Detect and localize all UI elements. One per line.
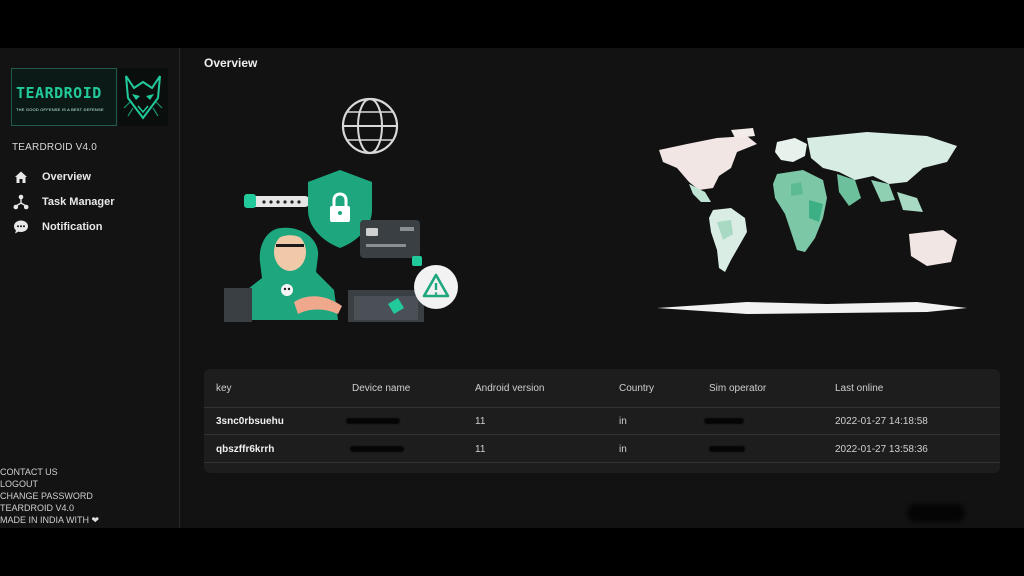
page-title: Overview: [204, 56, 258, 70]
table-header: key Device name Android version Country …: [204, 369, 1000, 408]
network-icon: [12, 193, 30, 211]
redacted-sim-operator: [704, 418, 744, 424]
logout-link[interactable]: LOGOUT: [0, 478, 99, 490]
wolf-logo-icon: [118, 68, 168, 126]
made-in-india: MADE IN INDIA WITH ❤: [0, 514, 99, 526]
redacted-area: [907, 504, 965, 522]
last-online: 2022-01-27 14:18:58: [835, 416, 928, 427]
change-password-link[interactable]: CHANGE PASSWORD: [0, 490, 99, 502]
password-field-graphic: [244, 194, 310, 208]
home-icon: [12, 168, 30, 186]
redacted-device-name: [350, 446, 404, 452]
chat-bubble-icon: [12, 218, 30, 236]
sidebar-item-label: Notification: [42, 220, 103, 233]
header-country[interactable]: Country: [619, 383, 654, 394]
header-sim-operator[interactable]: Sim operator: [709, 383, 766, 394]
hacker-figure: [238, 227, 342, 320]
device-key[interactable]: qbszffr6krrh: [216, 444, 274, 455]
app-window: TEARDROID THE GOOD OFFENSE IS A BEST DEF…: [0, 48, 1024, 528]
credit-card-icon: [360, 220, 422, 266]
warning-icon: [414, 265, 458, 309]
sidebar-item-notification[interactable]: Notification: [12, 214, 115, 239]
header-android-version[interactable]: Android version: [475, 383, 544, 394]
android-version: 11: [475, 444, 486, 455]
logo-title: TEARDROID: [16, 84, 102, 102]
contact-us-link[interactable]: CONTACT US: [0, 466, 99, 478]
world-map[interactable]: [627, 122, 989, 318]
sidebar-item-overview[interactable]: Overview: [12, 164, 115, 189]
country: in: [619, 416, 627, 427]
redacted-sim-operator: [709, 446, 745, 452]
country: in: [619, 444, 627, 455]
app-logo[interactable]: TEARDROID THE GOOD OFFENSE IS A BEST DEF…: [11, 68, 168, 126]
table-row[interactable]: qbszffr6krrh 11 in 2022-01-27 13:58:36: [204, 435, 1000, 463]
hacker-illustration: [224, 97, 458, 322]
redacted-device-name: [346, 418, 400, 424]
made-in-india-text: MADE IN INDIA WITH: [0, 515, 90, 525]
table-row[interactable]: 3snc0rbsuehu 11 in 2022-01-27 14:18:58: [204, 407, 1000, 435]
main-content: Overview key Device name Android version…: [180, 48, 1024, 528]
sidebar: TEARDROID THE GOOD OFFENSE IS A BEST DEF…: [0, 48, 180, 528]
header-last-online[interactable]: Last online: [835, 383, 883, 394]
sidebar-item-task-manager[interactable]: Task Manager: [12, 189, 115, 214]
last-online: 2022-01-27 13:58:36: [835, 444, 928, 455]
header-device-name[interactable]: Device name: [352, 383, 410, 394]
sidebar-item-label: Overview: [42, 170, 91, 183]
heart-icon: ❤: [91, 515, 100, 525]
logo-banner: TEARDROID THE GOOD OFFENSE IS A BEST DEF…: [11, 68, 117, 126]
devices-table: key Device name Android version Country …: [204, 369, 1000, 473]
sidebar-nav: Overview Task Manager Notification: [12, 164, 115, 239]
globe-icon: [341, 97, 399, 155]
android-version: 11: [475, 416, 486, 427]
sidebar-footer: CONTACT US LOGOUT CHANGE PASSWORD TEARDR…: [0, 466, 99, 526]
version-label: TEARDROID V4.0: [12, 142, 98, 153]
logo-tagline: THE GOOD OFFENSE IS A BEST DEFENSE: [16, 107, 104, 112]
sidebar-item-label: Task Manager: [42, 195, 115, 208]
header-key[interactable]: key: [216, 383, 232, 394]
device-key[interactable]: 3snc0rbsuehu: [216, 416, 284, 427]
version-footer: TEARDROID V4.0: [0, 503, 75, 513]
